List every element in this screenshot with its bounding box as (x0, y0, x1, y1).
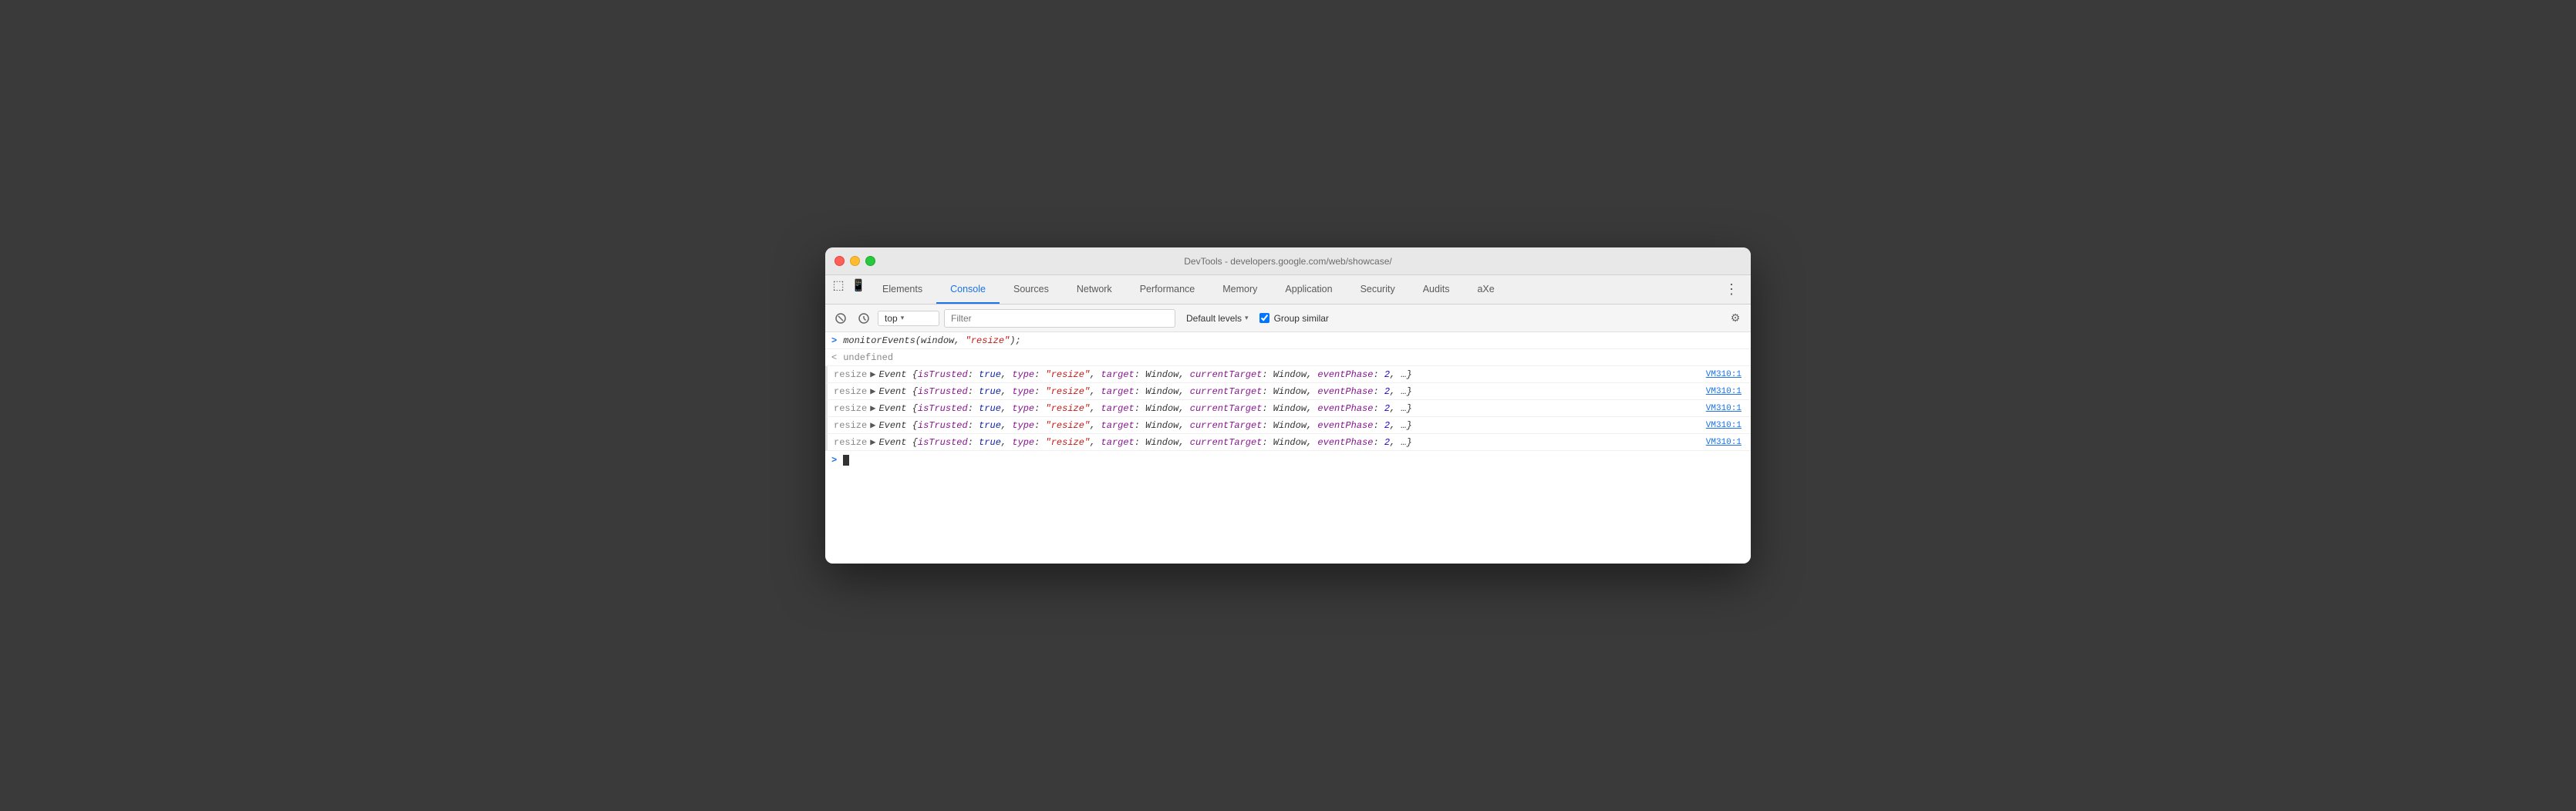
console-output: monitorEvents(window, "resize"); undefin… (825, 332, 1751, 564)
console-toolbar: top ▾ Default levels ▾ Group similar ⚙ (825, 305, 1751, 332)
line-source-3[interactable]: VM310:1 (1706, 404, 1745, 413)
event-label-4: resize (834, 420, 867, 431)
console-line-input: monitorEvents(window, "resize"); (825, 332, 1751, 349)
expand-icon-1[interactable]: ▶ (870, 368, 875, 380)
line-source-4[interactable]: VM310:1 (1706, 421, 1745, 430)
levels-label: Default levels (1186, 313, 1242, 324)
console-line-event-4: resize ▶ Event { isTrusted : true , type… (825, 417, 1751, 434)
tab-application[interactable]: Application (1271, 275, 1346, 304)
event-text-1: Event (878, 369, 912, 380)
console-line-undefined: undefined (825, 349, 1751, 366)
tab-axe[interactable]: aXe (1463, 275, 1508, 304)
traffic-lights (835, 256, 875, 266)
tab-memory[interactable]: Memory (1209, 275, 1271, 304)
code-monitor-events: monitorEvents(window, (843, 335, 965, 346)
output-undefined: undefined (843, 352, 893, 363)
more-tabs-button[interactable]: ⋮ (1715, 275, 1748, 304)
console-line-event-3: resize ▶ Event { isTrusted : true , type… (825, 400, 1751, 417)
group-similar-checkbox[interactable] (1259, 313, 1269, 323)
preserve-log-button[interactable] (855, 309, 873, 328)
event-label-5: resize (834, 437, 867, 448)
close-button[interactable] (835, 256, 845, 266)
console-line-event-2: resize ▶ Event { isTrusted : true , type… (825, 383, 1751, 400)
inspect-icon[interactable]: ⬚ (828, 275, 848, 295)
event-label-1: resize (834, 369, 867, 380)
event-text-2: Event (878, 386, 912, 397)
expand-icon-4[interactable]: ▶ (870, 419, 875, 431)
event-text-3: Event (878, 403, 912, 414)
console-line-event-5: resize ▶ Event { isTrusted : true , type… (825, 434, 1751, 451)
tabs-bar: ⬚ 📱 Elements Console Sources Network Per… (825, 275, 1751, 305)
group-similar-area: Group similar (1259, 313, 1329, 324)
clear-icon (835, 313, 846, 324)
title-bar: DevTools - developers.google.com/web/sho… (825, 247, 1751, 275)
line-source-2[interactable]: VM310:1 (1706, 387, 1745, 396)
tab-network[interactable]: Network (1063, 275, 1126, 304)
tab-console[interactable]: Console (936, 275, 1000, 304)
console-active-input: > (825, 451, 1751, 469)
tab-audits[interactable]: Audits (1409, 275, 1464, 304)
context-selector[interactable]: top ▾ (878, 311, 939, 326)
minimize-button[interactable] (850, 256, 860, 266)
input-prompt: > (831, 455, 837, 466)
maximize-button[interactable] (865, 256, 875, 266)
levels-chevron: ▾ (1245, 314, 1249, 322)
window-title: DevTools - developers.google.com/web/sho… (1184, 256, 1391, 267)
tab-performance[interactable]: Performance (1126, 275, 1209, 304)
event-label-2: resize (834, 386, 867, 397)
clear-console-button[interactable] (831, 309, 850, 328)
expand-icon-2[interactable]: ▶ (870, 385, 875, 397)
context-chevron: ▾ (901, 314, 905, 322)
tab-sources[interactable]: Sources (1000, 275, 1063, 304)
tab-elements[interactable]: Elements (868, 275, 936, 304)
filter-input[interactable] (944, 309, 1175, 328)
preserve-icon (858, 313, 869, 324)
levels-selector[interactable]: Default levels ▾ (1180, 311, 1255, 325)
event-text-5: Event (878, 437, 912, 448)
settings-button[interactable]: ⚙ (1726, 309, 1745, 328)
device-icon[interactable]: 📱 (848, 275, 868, 295)
line-source-1[interactable]: VM310:1 (1706, 370, 1745, 379)
gear-icon: ⚙ (1731, 311, 1741, 325)
expand-icon-5[interactable]: ▶ (870, 436, 875, 448)
cursor (843, 455, 849, 466)
line-source-5[interactable]: VM310:1 (1706, 438, 1745, 447)
expand-icon-3[interactable]: ▶ (870, 402, 875, 414)
group-similar-label: Group similar (1274, 313, 1329, 324)
context-value: top (885, 313, 898, 324)
event-text-4: Event (878, 420, 912, 431)
devtools-window: DevTools - developers.google.com/web/sho… (825, 247, 1751, 564)
console-line-event-1: resize ▶ Event { isTrusted : true , type… (825, 366, 1751, 383)
tab-security[interactable]: Security (1347, 275, 1409, 304)
event-label-3: resize (834, 403, 867, 414)
